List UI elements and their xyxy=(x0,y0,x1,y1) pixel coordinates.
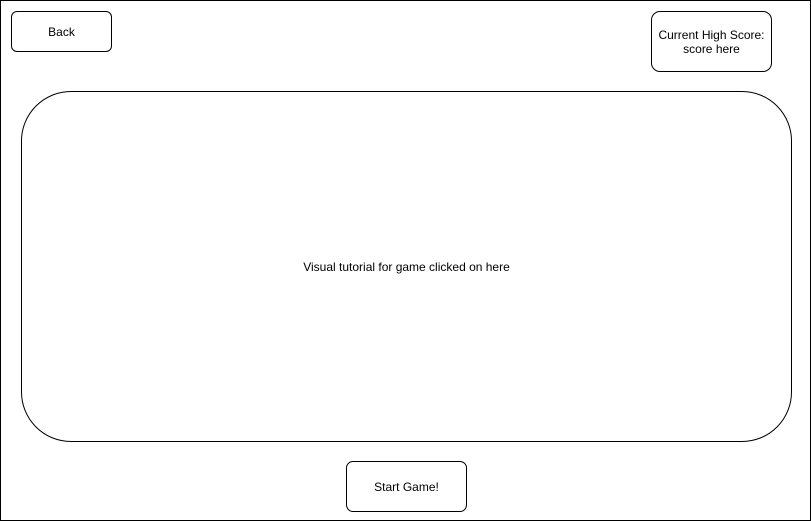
high-score-box: Current High Score: score here xyxy=(651,11,772,72)
tutorial-placeholder-text: Visual tutorial for game clicked on here xyxy=(303,259,510,274)
start-game-button-label: Start Game! xyxy=(374,479,439,494)
back-button[interactable]: Back xyxy=(11,11,112,52)
back-button-label: Back xyxy=(48,24,75,39)
game-tutorial-screen: Back Current High Score: score here Visu… xyxy=(0,0,811,521)
start-game-button[interactable]: Start Game! xyxy=(346,461,467,512)
high-score-value: score here xyxy=(683,41,740,56)
high-score-label: Current High Score: xyxy=(658,27,765,42)
tutorial-panel: Visual tutorial for game clicked on here xyxy=(21,91,792,442)
